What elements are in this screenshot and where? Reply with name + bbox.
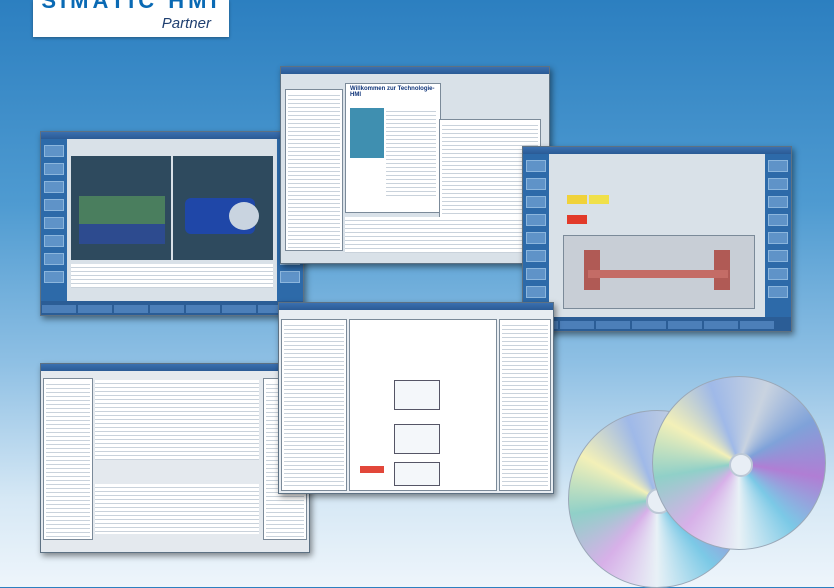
block-diagram: [349, 319, 497, 491]
mode-red: [567, 215, 587, 224]
tree-panel: [281, 319, 347, 491]
window-titlebar: [279, 303, 553, 310]
cnc-simulation-window: [40, 131, 304, 316]
parameter-form: [95, 380, 259, 460]
tree-panel: [285, 89, 343, 251]
process-visualization-window: [522, 146, 792, 332]
right-softkey-bar: [765, 154, 791, 331]
logo-partner-text: Partner: [161, 15, 211, 32]
program-text: [71, 264, 273, 288]
window-titlebar: [281, 67, 549, 74]
window-titlebar: [523, 147, 791, 154]
process-diagram: [563, 235, 755, 309]
window-titlebar: [41, 364, 309, 371]
sim-view-left: [71, 156, 171, 260]
logo-brand: SIMATIC HMI: [41, 0, 221, 13]
tree-panel: [43, 378, 93, 540]
mode-yellow: [567, 195, 587, 204]
softkey-footer: [523, 317, 791, 331]
partner-logo: SIMATIC HMI Partner: [33, 0, 229, 37]
softkey-footer: [41, 301, 303, 315]
window-titlebar: [41, 132, 303, 139]
welcome-panel: Willkommen zur Technologie-HMI: [345, 83, 441, 213]
cd-disc-front: [652, 376, 826, 550]
parameter-window: [40, 363, 310, 553]
output-area: [345, 217, 545, 253]
sim-view-right: [173, 156, 273, 260]
left-softkey-bar: [41, 139, 67, 315]
function-block-window: [278, 302, 554, 494]
right-panel: [499, 319, 551, 491]
welcome-heading: Willkommen zur Technologie-HMI: [350, 86, 435, 98]
welcome-window: Willkommen zur Technologie-HMI: [280, 66, 550, 264]
parameter-form-lower: [95, 484, 259, 534]
mode-green: [589, 195, 609, 204]
